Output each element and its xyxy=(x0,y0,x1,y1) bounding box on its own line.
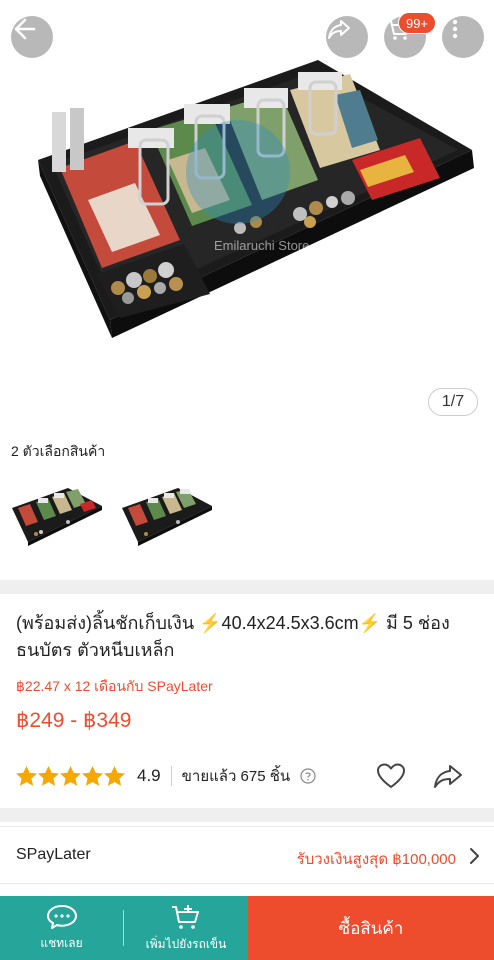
spaylater-credit-limit: รับวงเงินสูงสุด ฿100,000 xyxy=(296,851,456,868)
chat-label: แชทเลย xyxy=(40,935,83,950)
installment-text[interactable]: ฿22.47 x 12 เดือนกับ SPayLater xyxy=(16,676,213,698)
rating-row: 4.9 ขายแล้ว 675 ชิ้น xyxy=(16,760,486,792)
variant-thumbnail[interactable] xyxy=(8,482,104,554)
spaylater-label: SPayLater xyxy=(16,846,91,863)
star-icon xyxy=(38,766,59,786)
star-icon xyxy=(82,766,103,786)
chat-button[interactable]: แชทเลย xyxy=(0,896,123,960)
star-icon xyxy=(60,766,81,786)
cash-drawer-photo: Emilaruchi Store xyxy=(38,60,474,338)
add-to-cart-icon xyxy=(172,904,199,929)
section-divider xyxy=(0,580,494,594)
variant-image xyxy=(12,488,102,546)
back-arrow-icon xyxy=(14,18,36,40)
bottom-action-bar: แชทเลย เพิ่มไปยังรถเข็น ซื้อสินค้า xyxy=(0,896,494,960)
star-icon xyxy=(16,766,37,786)
spaylater-row[interactable]: SPayLater รับวงเงินสูงสุด ฿100,000 xyxy=(0,826,494,884)
sold-count: ขายแล้ว 675 ชิ้น xyxy=(181,768,291,785)
bottom-bar-separator xyxy=(123,896,124,960)
variant-thumbnail[interactable] xyxy=(118,482,214,554)
product-title: (พร้อมส่ง)ลิ้นชักเก็บเงิน ⚡️40.4x24.5x3.… xyxy=(16,613,450,660)
variants-label: 2 ตัวเลือกสินค้า xyxy=(11,443,106,459)
section-divider xyxy=(0,808,494,822)
back-button[interactable] xyxy=(11,16,53,58)
rating-value: 4.9 xyxy=(137,766,161,785)
rating-stars xyxy=(16,766,125,786)
heart-icon[interactable] xyxy=(376,762,406,790)
chat-icon xyxy=(46,904,77,929)
share-icon[interactable] xyxy=(433,763,463,789)
share-button[interactable] xyxy=(326,16,368,58)
add-to-cart-button[interactable]: เพิ่มไปยังรถเข็น xyxy=(124,896,248,960)
add-to-cart-label: เพิ่มไปยังรถเข็น xyxy=(145,936,227,951)
star-icon xyxy=(104,766,125,786)
share-icon xyxy=(328,20,350,39)
price-range: ฿249 - ฿349 xyxy=(16,709,132,732)
watermark-text: Emilaruchi Store xyxy=(214,238,309,253)
rating-separator xyxy=(170,766,172,786)
image-counter: 1/7 xyxy=(428,388,478,416)
help-icon[interactable] xyxy=(300,768,316,784)
chevron-right-icon xyxy=(470,848,479,864)
product-page: Emilaruchi Store 99+ 1/7 2 ตัวเลือกสินค้… xyxy=(0,0,494,960)
buy-now-button[interactable]: ซื้อสินค้า xyxy=(248,896,494,960)
product-image-gallery[interactable]: Emilaruchi Store 99+ 1/7 xyxy=(0,0,494,428)
more-vertical-icon xyxy=(452,19,458,39)
variant-image xyxy=(122,488,212,546)
more-button[interactable] xyxy=(442,16,484,58)
cart-count-badge: 99+ xyxy=(398,12,436,34)
